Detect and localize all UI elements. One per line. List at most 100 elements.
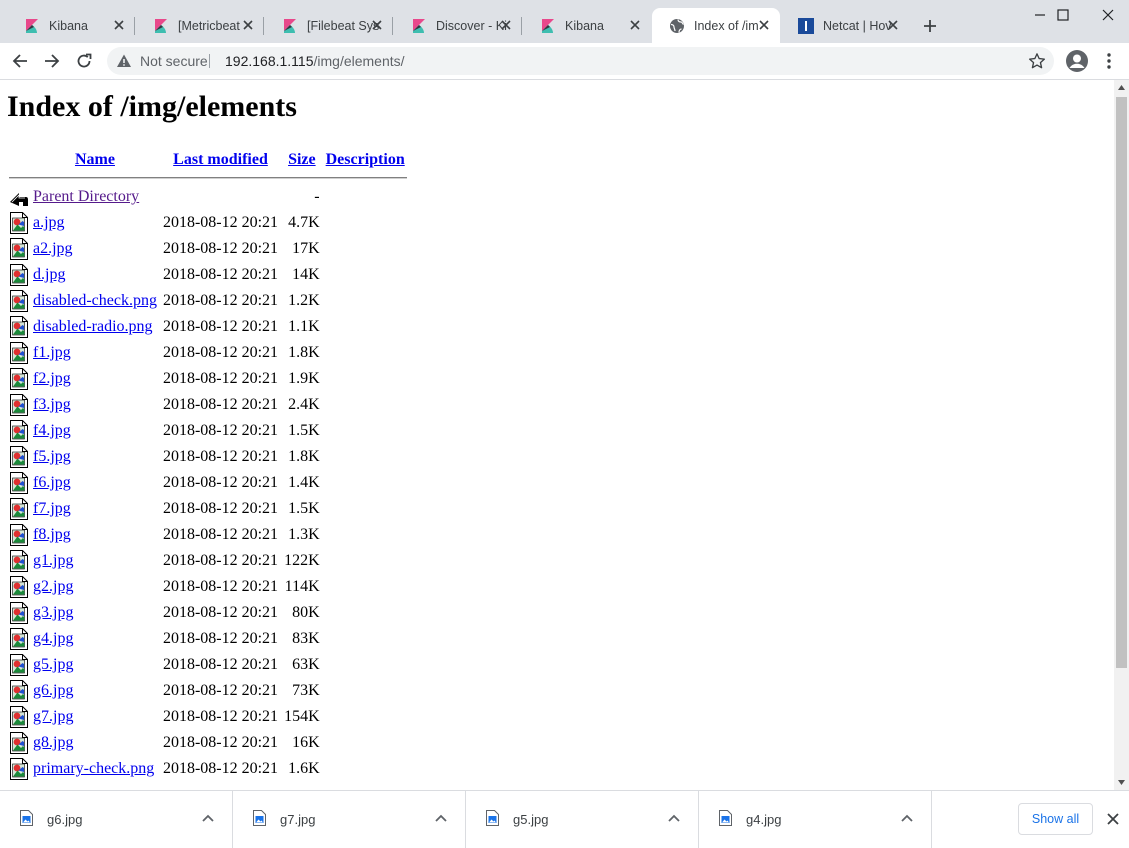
- kibana-icon: [284, 18, 296, 33]
- file-link[interactable]: f2.jpg: [33, 370, 71, 387]
- sort-by-name-link[interactable]: Name: [75, 151, 115, 168]
- file-icon-cell: [9, 522, 29, 548]
- file-link[interactable]: g5.jpg: [33, 656, 73, 673]
- close-window-button[interactable]: [1085, 0, 1129, 30]
- file-link[interactable]: f1.jpg: [33, 344, 71, 361]
- file-link[interactable]: f5.jpg: [33, 448, 71, 465]
- scrollbar-thumb[interactable]: [1116, 97, 1127, 668]
- file-link[interactable]: f7.jpg: [33, 500, 71, 517]
- file-link[interactable]: g7.jpg: [33, 708, 73, 725]
- tab-close-button[interactable]: [112, 18, 126, 32]
- close-download-shelf-button[interactable]: [1105, 811, 1121, 827]
- file-modified-cell: 2018-08-12 20:21: [162, 656, 279, 673]
- file-size-cell: 1.1K: [288, 318, 320, 335]
- arrow-left-icon: [12, 54, 27, 68]
- file-link[interactable]: f4.jpg: [33, 422, 71, 439]
- file-link[interactable]: g3.jpg: [33, 604, 73, 621]
- table-row: g6.jpg 2018-08-12 20:21 73K: [9, 678, 407, 704]
- browser-tab[interactable]: Index of /im: [652, 8, 780, 43]
- reload-button[interactable]: [72, 49, 96, 73]
- url-text[interactable]: 192.168.1.115/img/elements/: [225, 53, 405, 69]
- file-description-cell: [324, 522, 407, 548]
- file-link[interactable]: f6.jpg: [33, 474, 71, 491]
- tab-close-button[interactable]: [241, 18, 255, 32]
- file-icon-cell: [9, 496, 29, 522]
- vertical-scrollbar[interactable]: [1114, 80, 1129, 790]
- browser-tab[interactable]: Kibana: [7, 8, 135, 43]
- header-size: Size: [282, 148, 322, 172]
- tab-close-button[interactable]: [757, 18, 771, 32]
- scroll-up-button[interactable]: [1114, 80, 1129, 95]
- download-item[interactable]: g5.jpg: [466, 791, 699, 848]
- file-link[interactable]: g8.jpg: [33, 734, 73, 751]
- file-link[interactable]: g2.jpg: [33, 578, 73, 595]
- back-button[interactable]: [8, 49, 32, 73]
- file-name-cell: f3.jpg: [31, 392, 159, 418]
- browser-tab[interactable]: [Metricbeat: [136, 8, 264, 43]
- download-item[interactable]: g7.jpg: [233, 791, 466, 848]
- browser-tab[interactable]: Discover - Ki: [394, 8, 522, 43]
- sort-by-modified-link[interactable]: Last modified: [173, 151, 268, 168]
- file-size-cell: 154K: [284, 708, 320, 725]
- download-item[interactable]: g6.jpg: [0, 791, 233, 848]
- chevron-up-icon[interactable]: [202, 813, 214, 823]
- file-link[interactable]: f8.jpg: [33, 526, 71, 543]
- new-tab-button[interactable]: [918, 14, 942, 38]
- file-link[interactable]: d.jpg: [33, 266, 65, 283]
- file-description-cell: [324, 678, 407, 704]
- close-icon: [759, 20, 769, 30]
- browser-menu-button[interactable]: [1100, 49, 1118, 73]
- file-icon-cell: [9, 210, 29, 236]
- chevron-up-icon[interactable]: [668, 813, 680, 823]
- file-link[interactable]: g4.jpg: [33, 630, 73, 647]
- close-icon: [630, 20, 640, 30]
- file-link[interactable]: disabled-radio.png: [33, 318, 153, 335]
- chevron-up-icon[interactable]: [435, 813, 447, 823]
- tab-close-button[interactable]: [370, 18, 384, 32]
- show-all-downloads-button[interactable]: Show all: [1018, 803, 1093, 835]
- tab-close-button[interactable]: [886, 18, 900, 32]
- file-modified-cell: 2018-08-12 20:21: [162, 500, 279, 517]
- file-icon-cell: [9, 704, 29, 730]
- table-row: f6.jpg 2018-08-12 20:21 1.4K: [9, 470, 407, 496]
- file-link[interactable]: disabled-check.png: [33, 292, 157, 309]
- file-description-cell: [324, 730, 407, 756]
- not-secure-label[interactable]: Not secure: [140, 53, 208, 69]
- chevron-up-icon[interactable]: [901, 813, 913, 823]
- maximize-button[interactable]: [1040, 0, 1085, 30]
- warning-icon[interactable]: [116, 53, 132, 69]
- header-last-modified: Last modified: [161, 148, 280, 172]
- browser-tab[interactable]: [Filebeat Sys: [265, 8, 393, 43]
- tab-close-button[interactable]: [499, 18, 513, 32]
- file-link[interactable]: g1.jpg: [33, 552, 73, 569]
- file-modified-cell: 2018-08-12 20:21: [162, 266, 279, 283]
- table-row: primary-check.png 2018-08-12 20:21 1.6K: [9, 756, 407, 782]
- address-bar[interactable]: Not secure 192.168.1.115/img/elements/: [107, 47, 1054, 75]
- file-description-cell: [324, 392, 407, 418]
- table-row: f2.jpg 2018-08-12 20:21 1.9K: [9, 366, 407, 392]
- tab-close-button[interactable]: [628, 18, 642, 32]
- file-icon-cell: [9, 652, 29, 678]
- file-description-cell: [324, 340, 407, 366]
- browser-tab[interactable]: Netcat | Hov: [781, 8, 909, 43]
- parent-directory-link[interactable]: Parent Directory: [33, 188, 139, 205]
- sort-by-size-link[interactable]: Size: [288, 151, 316, 168]
- kibana-icon: [155, 18, 167, 33]
- forward-button[interactable]: [40, 49, 64, 73]
- browser-tab[interactable]: Kibana: [523, 8, 651, 43]
- file-link[interactable]: primary-check.png: [33, 760, 154, 777]
- file-link[interactable]: f3.jpg: [33, 396, 71, 413]
- download-item[interactable]: g4.jpg: [699, 791, 932, 848]
- profile-avatar-icon[interactable]: [1065, 49, 1089, 73]
- scroll-down-button[interactable]: [1114, 775, 1129, 790]
- close-icon: [243, 20, 253, 30]
- file-size-cell: 1.6K: [288, 760, 320, 777]
- image-file-icon: [10, 524, 28, 546]
- bookmark-star-icon[interactable]: [1028, 52, 1046, 70]
- file-link[interactable]: g6.jpg: [33, 682, 73, 699]
- sort-by-description-link[interactable]: Description: [326, 151, 405, 168]
- file-link[interactable]: a2.jpg: [33, 240, 73, 257]
- file-link[interactable]: a.jpg: [33, 214, 65, 231]
- file-icon-cell: [9, 626, 29, 652]
- parent-icon-cell: [9, 184, 29, 210]
